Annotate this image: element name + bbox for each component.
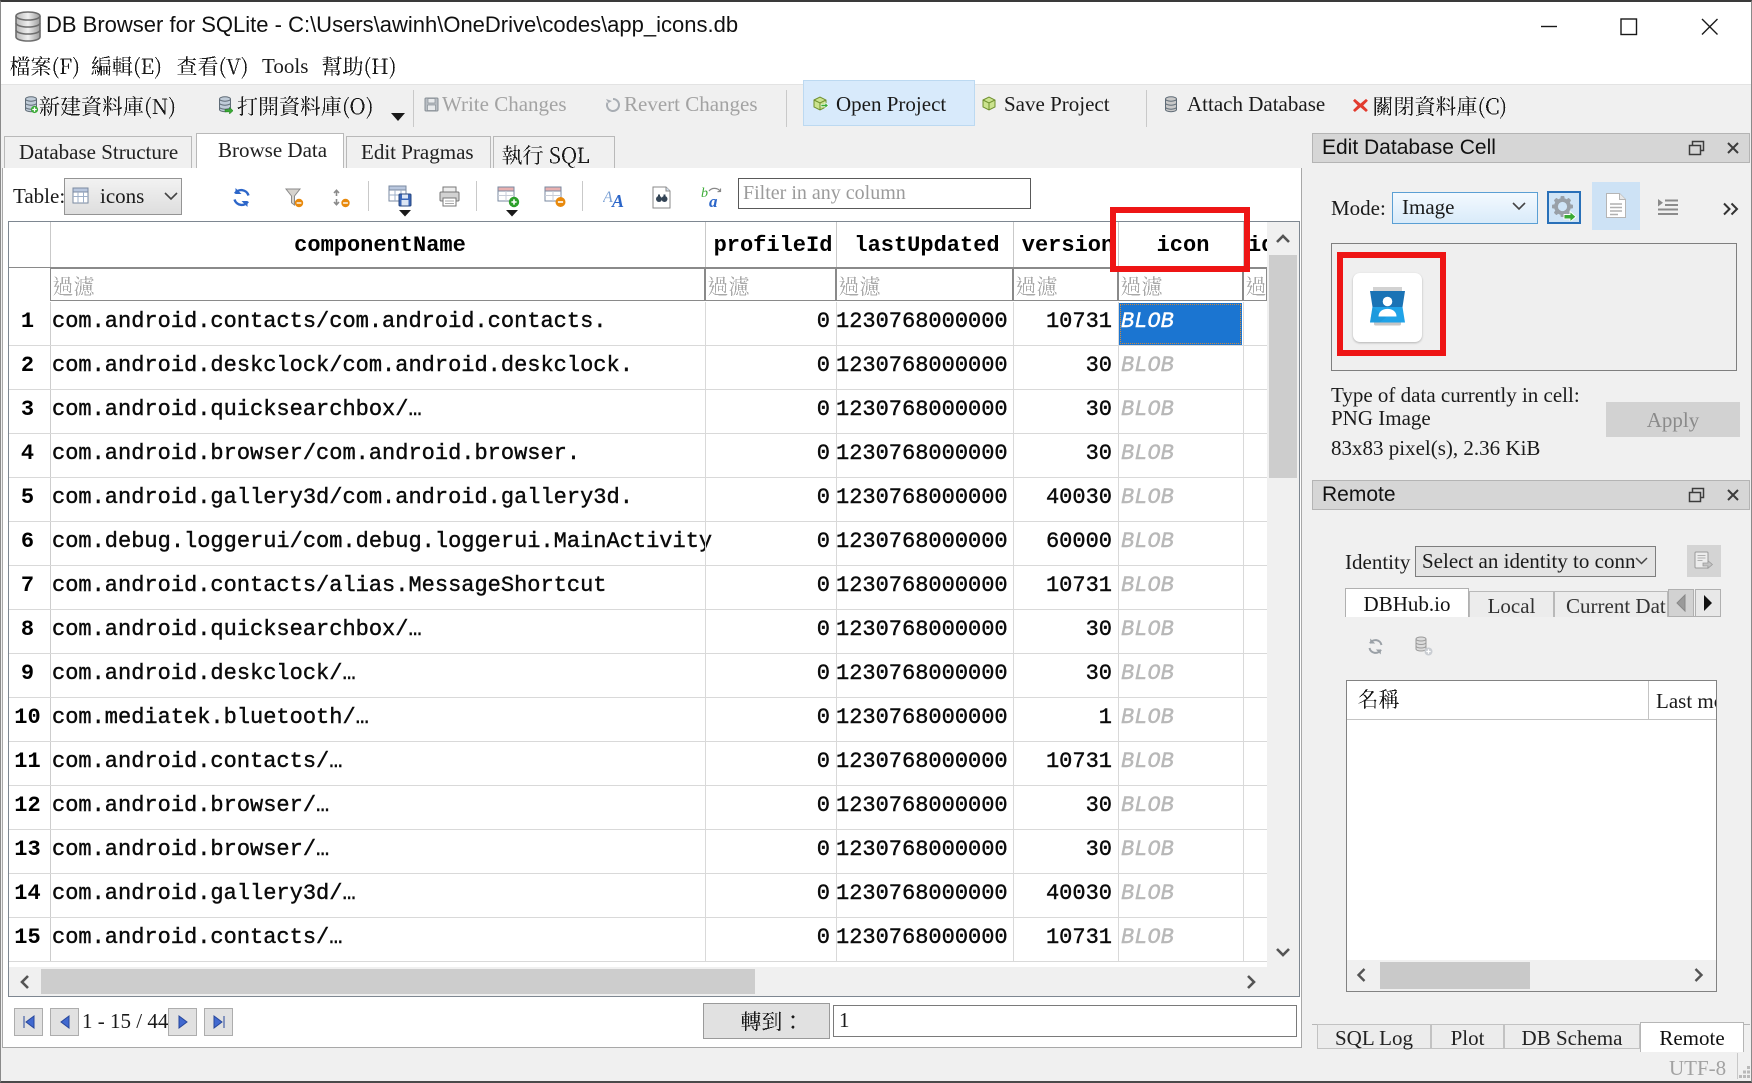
svg-text:b: b	[701, 186, 708, 201]
svg-text:a: a	[709, 192, 718, 209]
svg-text:A: A	[611, 191, 624, 209]
